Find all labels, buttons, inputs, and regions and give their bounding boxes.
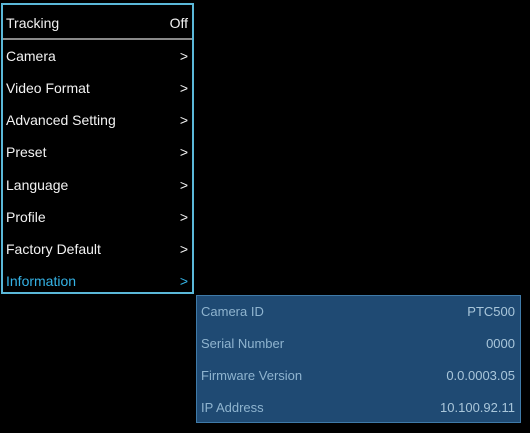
menu-item-label: Advanced Setting (6, 112, 116, 128)
chevron-right-icon: > (179, 209, 188, 225)
info-row-firmware-version: Firmware Version 0.0.0003.05 (197, 360, 520, 392)
chevron-right-icon: > (179, 80, 188, 96)
menu-item-label: Information (6, 273, 77, 289)
chevron-right-icon: > (179, 48, 188, 64)
osd-main-menu: Tracking Off Camera > Video Format > Adv… (1, 3, 194, 294)
info-label: IP Address (201, 400, 264, 415)
info-row-camera-id: Camera ID PTC500 (197, 296, 520, 328)
info-label: Serial Number (201, 336, 285, 351)
menu-item-preset[interactable]: Preset > (3, 136, 192, 168)
info-label: Firmware Version (201, 368, 303, 383)
chevron-right-icon: > (179, 144, 188, 160)
info-row-ip-address: IP Address 10.100.92.11 (197, 392, 520, 424)
menu-item-label: Factory Default (6, 241, 101, 257)
menu-item-video-format[interactable]: Video Format > (3, 72, 192, 104)
menu-item-factory-default[interactable]: Factory Default > (3, 233, 192, 265)
chevron-right-icon: > (179, 177, 188, 193)
firmware-version-value: 0.0.0003.05 (446, 368, 515, 383)
menu-item-advanced-setting[interactable]: Advanced Setting > (3, 104, 192, 136)
menu-item-language[interactable]: Language > (3, 169, 192, 201)
chevron-right-icon: > (179, 273, 188, 289)
ip-address-value: 10.100.92.11 (440, 400, 515, 415)
camera-id-value: PTC500 (467, 304, 515, 319)
chevron-right-icon: > (179, 241, 188, 257)
menu-item-information[interactable]: Information > (3, 265, 192, 297)
menu-item-profile[interactable]: Profile > (3, 201, 192, 233)
menu-item-label: Video Format (6, 80, 90, 96)
information-panel: Camera ID PTC500 Serial Number 0000 Firm… (196, 295, 521, 423)
menu-item-tracking[interactable]: Tracking Off (3, 7, 192, 39)
tracking-status-value: Off (169, 15, 188, 31)
menu-item-label: Preset (6, 144, 47, 160)
menu-item-label: Tracking (6, 15, 60, 31)
menu-item-label: Camera (6, 48, 56, 64)
menu-item-label: Profile (6, 209, 46, 225)
info-label: Camera ID (201, 304, 264, 319)
menu-item-label: Language (6, 177, 69, 193)
info-row-serial-number: Serial Number 0000 (197, 328, 520, 360)
menu-item-camera[interactable]: Camera > (3, 40, 192, 72)
chevron-right-icon: > (179, 112, 188, 128)
serial-number-value: 0000 (486, 336, 515, 351)
